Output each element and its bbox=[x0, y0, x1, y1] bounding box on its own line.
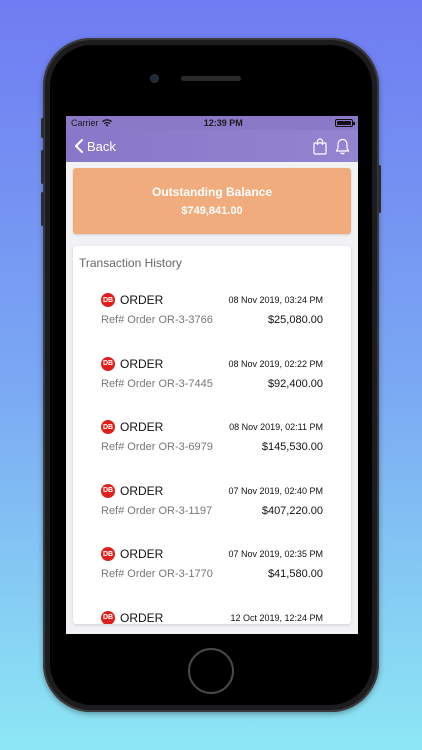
transaction-reference: Ref# Order OR-3-6979 bbox=[101, 441, 213, 453]
navigation-bar: Back bbox=[66, 130, 358, 162]
transaction-type: ORDER bbox=[120, 420, 164, 434]
transaction-row[interactable]: DB ORDER 08 Nov 2019, 02:22 PM Ref# Orde… bbox=[73, 355, 351, 419]
shopping-bag-icon[interactable] bbox=[313, 137, 327, 155]
wifi-icon bbox=[101, 119, 112, 127]
transaction-amount: $407,220.00 bbox=[261, 504, 323, 517]
transaction-row[interactable]: DB ORDER 07 Nov 2019, 02:40 PM Ref# Orde… bbox=[73, 482, 351, 546]
debit-badge: DB bbox=[101, 420, 115, 434]
transaction-type: ORDER bbox=[120, 293, 164, 307]
transaction-type: ORDER bbox=[120, 483, 164, 498]
transaction-date: 08 Nov 2019, 02:22 PM bbox=[228, 358, 323, 369]
back-button[interactable]: Back bbox=[74, 139, 116, 154]
transaction-amount: $145,530.00 bbox=[261, 441, 323, 453]
app-screen: Carrier 12:39 PM Back Outstanding Balanc… bbox=[66, 116, 358, 634]
status-time: 12:39 PM bbox=[203, 118, 243, 128]
transaction-type: ORDER bbox=[120, 547, 164, 561]
balance-title: Outstanding Balance bbox=[151, 185, 273, 199]
transaction-amount: $41,580.00 bbox=[267, 568, 323, 580]
debit-badge: DB bbox=[101, 293, 115, 307]
debit-badge: DB bbox=[101, 610, 115, 624]
carrier-label: Carrier bbox=[71, 118, 99, 128]
transaction-type: ORDER bbox=[120, 356, 164, 371]
mute-switch bbox=[41, 118, 44, 138]
transaction-history-title: Transaction History bbox=[79, 256, 182, 270]
volume-up-button bbox=[41, 150, 44, 184]
transaction-row[interactable]: DB ORDER 12 Oct 2019, 12:24 PM bbox=[73, 609, 351, 625]
transaction-reference: Ref# Order OR-3-1770 bbox=[101, 568, 213, 580]
bell-icon[interactable] bbox=[335, 138, 350, 155]
status-bar: Carrier 12:39 PM bbox=[66, 116, 358, 130]
transaction-date: 08 Nov 2019, 03:24 PM bbox=[228, 295, 323, 305]
chevron-left-icon bbox=[75, 139, 83, 153]
volume-down-button bbox=[41, 192, 44, 226]
transaction-amount: $25,080.00 bbox=[267, 314, 323, 326]
transaction-type: ORDER bbox=[120, 610, 164, 625]
transaction-date: 08 Nov 2019, 02:11 PM bbox=[229, 422, 323, 432]
transaction-row[interactable]: DB ORDER 08 Nov 2019, 03:24 PM Ref# Orde… bbox=[73, 291, 351, 355]
power-button bbox=[378, 165, 381, 213]
debit-badge: DB bbox=[101, 483, 115, 498]
transaction-list: DB ORDER 08 Nov 2019, 03:24 PM Ref# Orde… bbox=[73, 291, 351, 624]
debit-badge: DB bbox=[101, 356, 115, 371]
transaction-date: 07 Nov 2019, 02:35 PM bbox=[228, 549, 323, 559]
front-camera bbox=[150, 74, 159, 83]
back-label: Back bbox=[87, 138, 116, 154]
balance-amount: $749,841.00 bbox=[181, 205, 243, 217]
transaction-reference: Ref# Order OR-3-1197 bbox=[101, 504, 213, 517]
transaction-row[interactable]: DB ORDER 07 Nov 2019, 02:35 PM Ref# Orde… bbox=[73, 545, 351, 609]
transaction-history-card: Transaction History DB ORDER 08 Nov 2019… bbox=[73, 246, 351, 624]
debit-badge: DB bbox=[101, 547, 115, 561]
outstanding-balance-card: Outstanding Balance $749,841.00 bbox=[73, 168, 351, 234]
transaction-reference: Ref# Order OR-3-3766 bbox=[101, 314, 213, 326]
earpiece-speaker bbox=[181, 76, 241, 81]
transaction-date: 07 Nov 2019, 02:40 PM bbox=[228, 485, 323, 496]
home-button[interactable] bbox=[188, 648, 234, 694]
battery-icon bbox=[334, 119, 355, 127]
transaction-reference: Ref# Order OR-3-7445 bbox=[101, 377, 213, 390]
transaction-amount: $92,400.00 bbox=[267, 377, 323, 390]
transaction-row[interactable]: DB ORDER 08 Nov 2019, 02:11 PM Ref# Orde… bbox=[73, 418, 351, 482]
transaction-date: 12 Oct 2019, 12:24 PM bbox=[230, 612, 323, 623]
